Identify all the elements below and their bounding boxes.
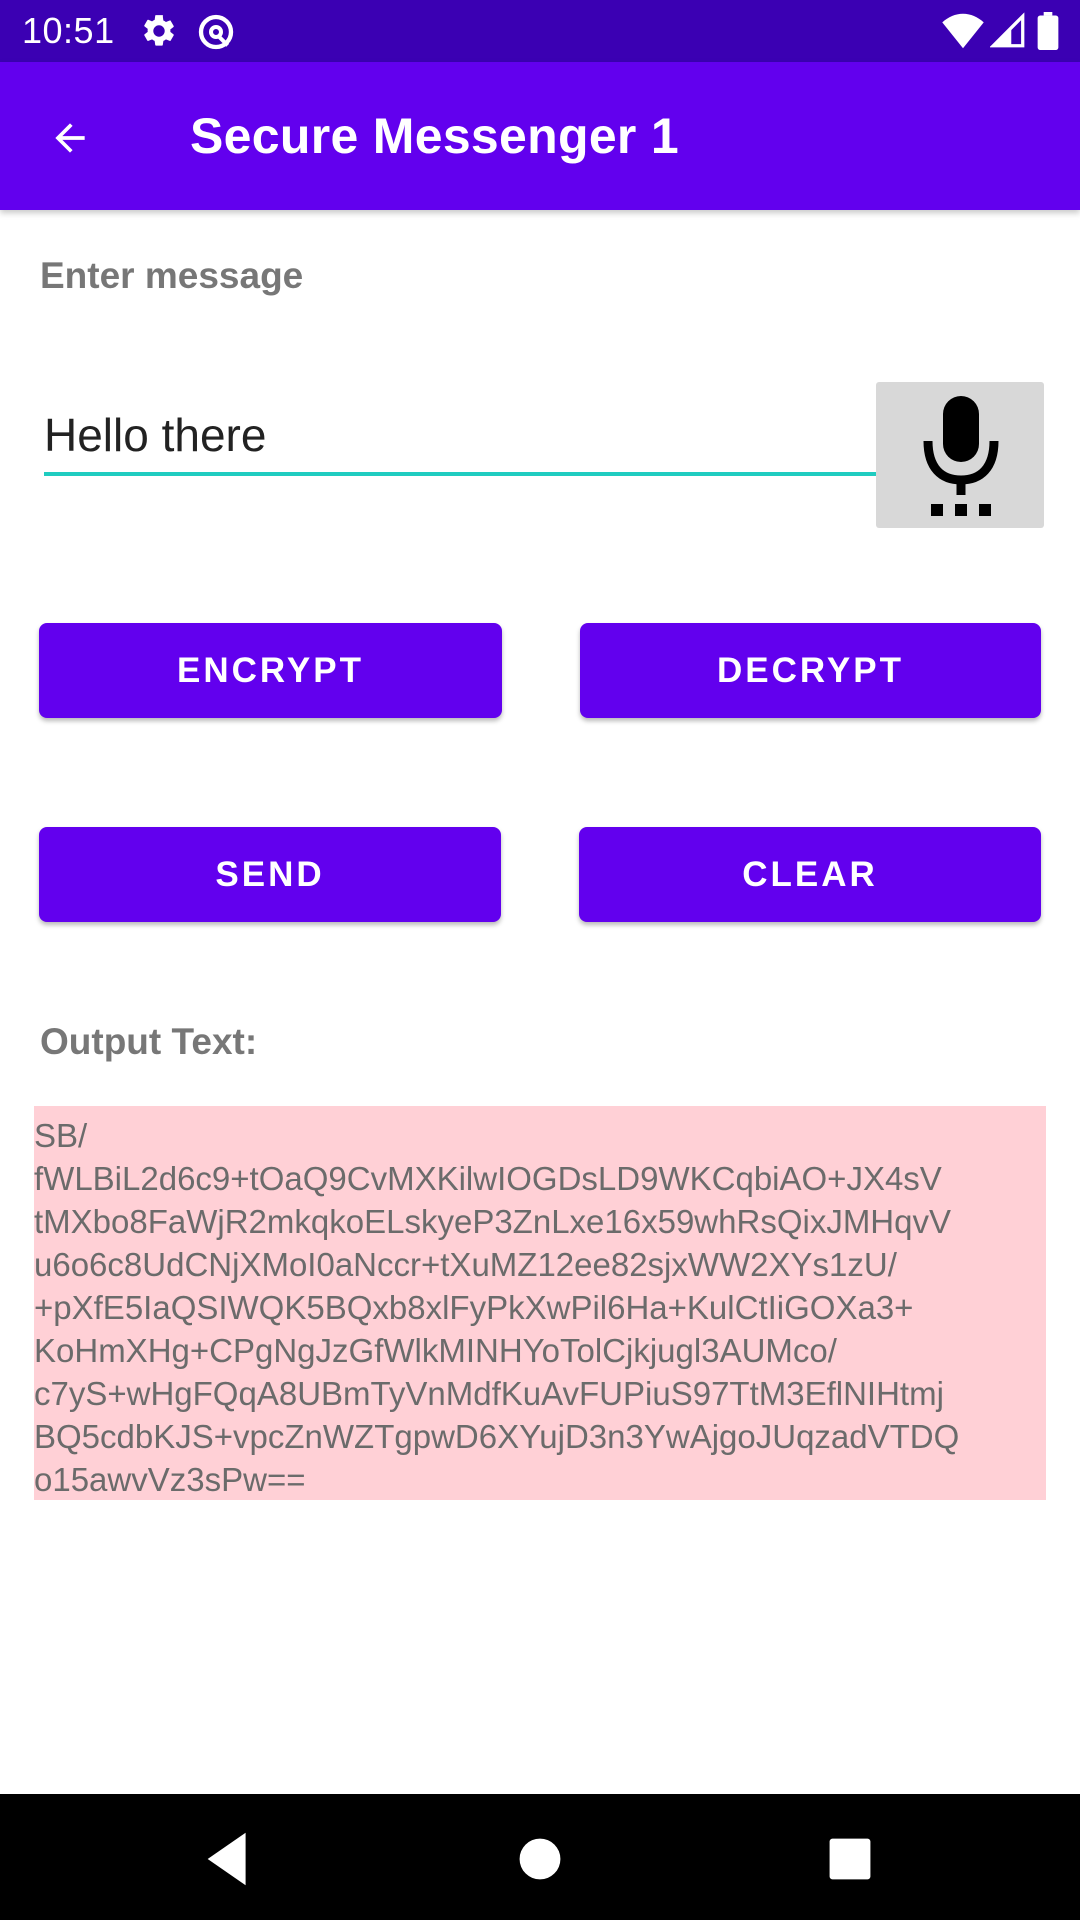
encrypt-button[interactable]: ENCRYPT: [39, 623, 502, 718]
gear-icon: [140, 12, 178, 55]
output-line: tMXbo8FaWjR2mkqkoELskyeP3ZnLxe16x59whRsQ…: [34, 1203, 952, 1240]
wifi-icon: [942, 12, 984, 55]
microphone-icon: [916, 396, 1006, 521]
output-line: +pXfE5IaQSIWQK5BQxb8xlFyPkXwPil6Ha+KulCt…: [34, 1289, 914, 1326]
nav-back-button[interactable]: [196, 1824, 266, 1894]
decrypt-button[interactable]: DECRYPT: [580, 623, 1041, 718]
enter-message-label: Enter message: [40, 255, 304, 296]
output-line: BQ5cdbKJS+vpcZnWZTgpwD6XYujD3n3YwAjgoJUq…: [34, 1418, 960, 1455]
cell-signal-icon: [989, 12, 1026, 55]
output-line: SB/: [34, 1117, 88, 1154]
message-input[interactable]: [44, 400, 876, 470]
navigation-bar: [0, 1794, 1080, 1920]
nav-recents-button[interactable]: [815, 1824, 885, 1894]
app-bar: Secure Messenger 1: [0, 62, 1080, 210]
nav-recents-icon: [815, 1838, 885, 1898]
back-button[interactable]: [30, 102, 116, 172]
output-text-label: Output Text:: [40, 1021, 258, 1062]
status-time: 10:51: [22, 10, 115, 51]
nav-back-icon: [196, 1832, 266, 1898]
output-line: KoHmXHg+CPgNgJzGfWlkMINHYoTolCjkjugl3AUM…: [34, 1332, 837, 1369]
app-title: Secure Messenger 1: [190, 108, 679, 164]
output-line: o15awvVz3sPw==: [34, 1461, 306, 1498]
nav-home-icon: [505, 1838, 575, 1898]
mic-button[interactable]: [876, 382, 1044, 528]
nav-home-button[interactable]: [505, 1824, 575, 1894]
clear-button[interactable]: CLEAR: [579, 827, 1041, 922]
battery-icon: [1036, 12, 1060, 55]
at-sign-icon: [196, 12, 236, 57]
output-line: fWLBiL2d6c9+tOaQ9CvMXKilwIOGDsLD9WKCqbiA…: [34, 1160, 942, 1197]
status-bar: 10:51: [0, 0, 1080, 62]
output-line: u6o6c8UdCNjXMoI0aNccr+tXuMZ12ee82sjxWW2X…: [34, 1246, 897, 1283]
message-field: [44, 400, 876, 476]
arrow-back-icon: [46, 116, 94, 165]
output-text: SB/ fWLBiL2d6c9+tOaQ9CvMXKilwIOGDsLD9WKC…: [34, 1106, 1046, 1500]
send-button[interactable]: SEND: [39, 827, 501, 922]
output-line: c7yS+wHgFQqA8UBmTyVnMdfKuAvFUPiuS97TtM3E…: [34, 1375, 944, 1412]
